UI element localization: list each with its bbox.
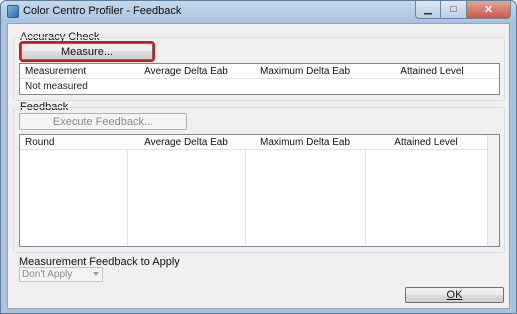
minimize-icon: ▁: [424, 4, 432, 15]
column-divider: [245, 150, 246, 246]
column-divider: [365, 150, 366, 246]
col-measurement[interactable]: Measurement: [23, 64, 118, 79]
col-attained-level[interactable]: Attained Level: [365, 64, 499, 79]
caption-buttons: ▁ □ ✕: [415, 1, 511, 19]
feedback-apply-select[interactable]: Don't Apply: [19, 267, 103, 282]
accuracy-table-header: Measurement Average Delta Eab Maximum De…: [20, 64, 499, 79]
chevron-down-icon: [93, 272, 99, 276]
maximize-button[interactable]: □: [441, 1, 467, 19]
execute-feedback-button[interactable]: Execute Feedback...: [19, 113, 187, 130]
minimize-button[interactable]: ▁: [415, 1, 441, 19]
col-maximum-delta-eab[interactable]: Maximum Delta Eab: [245, 135, 365, 150]
col-round[interactable]: Round: [23, 135, 118, 150]
ok-button[interactable]: OK: [405, 287, 504, 303]
dialog-client-area: Accuracy Check Measure... Measurement Av…: [7, 23, 510, 309]
close-icon: ✕: [483, 4, 494, 16]
feedback-table-scrollbar[interactable]: [487, 135, 499, 246]
feedback-table[interactable]: Round Average Delta Eab Maximum Delta Ea…: [19, 134, 500, 247]
app-icon: [7, 5, 19, 18]
ok-button-label: OK: [446, 289, 463, 301]
column-divider: [127, 150, 128, 246]
table-row[interactable]: Not measured: [23, 80, 88, 94]
close-button[interactable]: ✕: [467, 1, 511, 19]
accuracy-table[interactable]: Measurement Average Delta Eab Maximum De…: [19, 63, 500, 95]
measure-button[interactable]: Measure...: [19, 41, 155, 62]
col-average-delta-eab[interactable]: Average Delta Eab: [127, 64, 245, 79]
title-bar[interactable]: Color Centro Profiler - Feedback ▁ □ ✕: [1, 1, 516, 22]
measure-button-label: Measure...: [61, 45, 113, 58]
measurement-status: Not measured: [25, 81, 88, 92]
feedback-table-header: Round Average Delta Eab Maximum Delta Ea…: [20, 135, 499, 150]
col-average-delta-eab[interactable]: Average Delta Eab: [127, 135, 245, 150]
execute-feedback-button-label: Execute Feedback...: [52, 115, 154, 128]
window-title: Color Centro Profiler - Feedback: [23, 5, 182, 17]
maximize-icon: □: [450, 4, 457, 15]
col-maximum-delta-eab[interactable]: Maximum Delta Eab: [245, 64, 365, 79]
feedback-apply-value: Don't Apply: [22, 269, 73, 280]
dialog-window: Color Centro Profiler - Feedback ▁ □ ✕ A…: [0, 0, 517, 314]
col-attained-level[interactable]: Attained Level: [365, 135, 487, 150]
